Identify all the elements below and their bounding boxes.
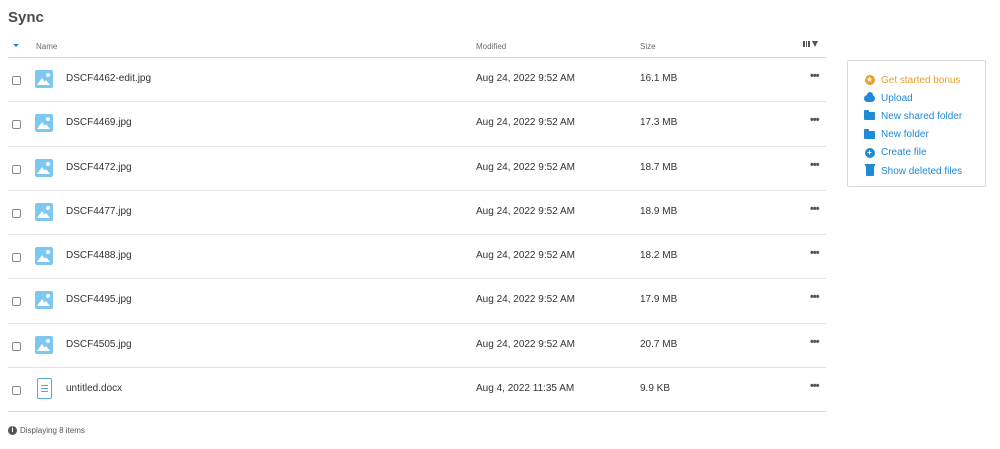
- file-size: 17.9 MB: [640, 294, 678, 306]
- row-checkbox[interactable]: [12, 208, 21, 218]
- shared-folder-icon: [864, 110, 875, 122]
- item-count-text: Displaying 8 items: [20, 426, 85, 435]
- file-modified: Aug 24, 2022 9:52 AM: [476, 161, 575, 173]
- file-size: 16.1 MB: [640, 73, 678, 84]
- page-title: Sync: [8, 9, 44, 26]
- table-row[interactable]: DSCF4462-edit.jpg Aug 24, 2022 9:52 AM 1…: [8, 58, 826, 103]
- file-name[interactable]: DSCF4469.jpg: [66, 117, 132, 128]
- file-table: Name Modified Size DSCF4462-edit.jpg Aug…: [8, 36, 826, 412]
- trash-icon: [864, 164, 875, 177]
- file-modified: Aug 4, 2022 11:35 AM: [476, 382, 575, 394]
- cloud-upload-icon: [864, 91, 875, 104]
- more-options-icon[interactable]: •••: [810, 70, 820, 82]
- row-checkbox[interactable]: [12, 76, 21, 85]
- sort-caret-icon[interactable]: [13, 44, 19, 47]
- table-row[interactable]: untitled.docx Aug 4, 2022 11:35 AM 9.9 K…: [8, 368, 826, 412]
- file-name[interactable]: DSCF4488.jpg: [66, 250, 132, 261]
- file-name[interactable]: DSCF4472.jpg: [66, 162, 132, 173]
- image-file-icon: [35, 158, 53, 177]
- action-label: Show deleted files: [881, 165, 963, 177]
- row-checkbox[interactable]: [12, 120, 21, 130]
- more-options-icon[interactable]: •••: [810, 159, 820, 171]
- table-row[interactable]: DSCF4469.jpg Aug 24, 2022 9:52 AM 17.3 M…: [8, 102, 826, 147]
- upload-link[interactable]: Upload: [848, 89, 985, 107]
- filter-icon[interactable]: [812, 41, 818, 47]
- file-name[interactable]: DSCF4462-edit.jpg: [66, 73, 151, 84]
- file-name[interactable]: untitled.docx: [66, 383, 122, 394]
- action-label: Get started bonus: [881, 74, 961, 86]
- actions-panel: ★ Get started bonus Upload New shared fo…: [847, 60, 986, 187]
- table-row[interactable]: DSCF4505.jpg Aug 24, 2022 9:52 AM 20.7 M…: [8, 324, 826, 368]
- create-file-link[interactable]: + Create file: [848, 144, 985, 162]
- action-label: New folder: [881, 129, 929, 141]
- column-header-size[interactable]: Size: [640, 42, 656, 51]
- row-checkbox[interactable]: [12, 297, 21, 307]
- file-size: 17.3 MB: [640, 117, 678, 129]
- file-name[interactable]: DSCF4477.jpg: [66, 206, 132, 217]
- table-row[interactable]: DSCF4472.jpg Aug 24, 2022 9:52 AM 18.7 M…: [8, 147, 826, 191]
- file-size: 18.2 MB: [640, 250, 678, 261]
- show-deleted-files-link[interactable]: Show deleted files: [848, 162, 985, 180]
- info-icon: i: [8, 426, 17, 435]
- file-modified: Aug 24, 2022 9:52 AM: [476, 294, 575, 306]
- column-tools: [803, 41, 818, 47]
- columns-view-icon[interactable]: [803, 41, 811, 47]
- action-label: New shared folder: [881, 110, 963, 122]
- table-header: Name Modified Size: [8, 36, 826, 58]
- file-size: 18.7 MB: [640, 161, 678, 173]
- file-size: 20.7 MB: [640, 338, 678, 350]
- image-file-icon: [35, 335, 53, 354]
- folder-icon: [864, 128, 875, 140]
- row-checkbox[interactable]: [12, 385, 21, 395]
- status-footer: i Displaying 8 items: [8, 426, 85, 435]
- image-file-icon: [35, 114, 53, 133]
- file-modified: Aug 24, 2022 9:52 AM: [476, 73, 575, 84]
- column-header-name[interactable]: Name: [36, 42, 57, 51]
- star-icon: ★: [864, 75, 875, 86]
- column-header-modified[interactable]: Modified: [476, 42, 506, 51]
- more-options-icon[interactable]: •••: [810, 247, 820, 259]
- new-folder-link[interactable]: New folder: [848, 126, 985, 144]
- table-row[interactable]: DSCF4488.jpg Aug 24, 2022 9:52 AM 18.2 M…: [8, 235, 826, 280]
- document-file-icon: [37, 377, 52, 399]
- file-name[interactable]: DSCF4505.jpg: [66, 339, 132, 350]
- file-modified: Aug 24, 2022 9:52 AM: [476, 205, 575, 217]
- row-checkbox[interactable]: [12, 341, 21, 351]
- action-label: Create file: [881, 147, 927, 159]
- image-file-icon: [35, 247, 53, 265]
- plus-circle-icon: +: [864, 147, 875, 158]
- row-checkbox[interactable]: [12, 253, 21, 262]
- file-modified: Aug 24, 2022 9:52 AM: [476, 117, 575, 129]
- more-options-icon[interactable]: •••: [810, 380, 820, 392]
- file-name[interactable]: DSCF4495.jpg: [66, 294, 132, 305]
- get-started-bonus-link[interactable]: ★ Get started bonus: [848, 71, 985, 89]
- new-shared-folder-link[interactable]: New shared folder: [848, 107, 985, 125]
- table-row[interactable]: DSCF4495.jpg Aug 24, 2022 9:52 AM 17.9 M…: [8, 279, 826, 324]
- image-file-icon: [35, 70, 53, 88]
- image-file-icon: [35, 291, 53, 310]
- file-modified: Aug 24, 2022 9:52 AM: [476, 338, 575, 350]
- row-checkbox[interactable]: [12, 164, 21, 174]
- more-options-icon[interactable]: •••: [810, 114, 820, 126]
- file-modified: Aug 24, 2022 9:52 AM: [476, 250, 575, 261]
- more-options-icon[interactable]: •••: [810, 336, 820, 348]
- image-file-icon: [35, 202, 53, 221]
- action-label: Upload: [881, 92, 913, 104]
- table-row[interactable]: DSCF4477.jpg Aug 24, 2022 9:52 AM 18.9 M…: [8, 191, 826, 235]
- more-options-icon[interactable]: •••: [810, 203, 820, 215]
- more-options-icon[interactable]: •••: [810, 291, 820, 303]
- file-size: 18.9 MB: [640, 205, 678, 217]
- file-size: 9.9 KB: [640, 382, 671, 394]
